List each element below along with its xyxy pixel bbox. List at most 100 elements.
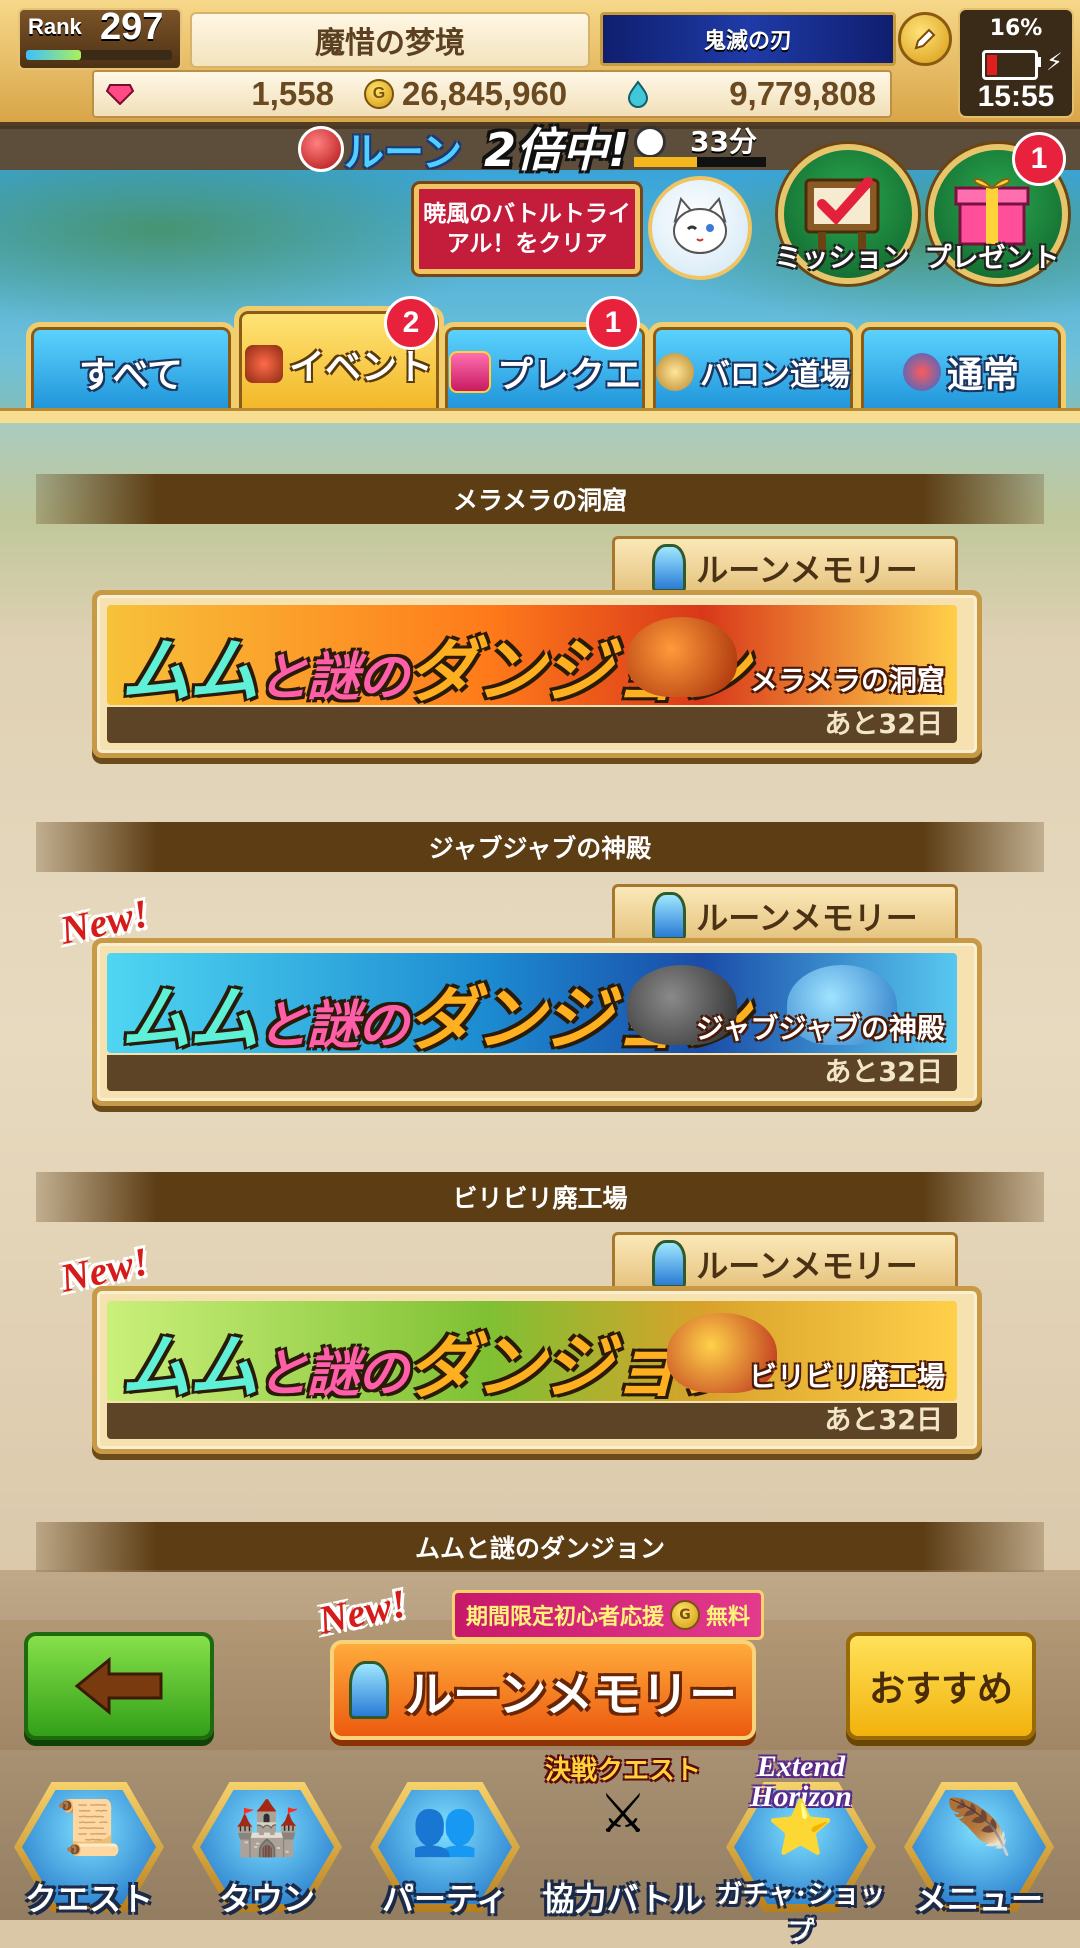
nav-menu[interactable]: 🪶 メニュー [894,1782,1064,1920]
rune-multiplier: 2倍中! [484,123,629,177]
back-arrow-icon [74,1656,163,1716]
lantern-icon [348,1661,389,1719]
rune-time-bar [634,157,766,167]
tab-normal-label: 通常 [946,355,1019,396]
back-button[interactable] [24,1632,214,1740]
gem-count: 1,558 [251,75,334,112]
rune-memory-tag-label: ルーンメモリー [696,551,918,589]
coop-battle-icon: ⚔ [598,1782,648,1845]
quest-subtitle: ジャブジャブの神殿 [695,1012,945,1045]
rune-event-label: ルーン [344,130,462,176]
nav-coop-battle-label: 協力バトル [542,1880,704,1918]
gem-icon [106,84,134,105]
quest-banner: ムムと謎のダンジョン メラメラの洞窟 [107,605,957,705]
quest-time-left: あと32日 [107,1055,957,1091]
clock-icon [634,126,666,158]
fire-dragon-image [627,617,737,697]
player-title[interactable]: 魔惜の梦境 [190,12,590,68]
rank-progress-fill [26,50,82,60]
nav-party-label: パーティ [381,1880,509,1918]
section-header: ムムと謎のダンジョン [36,1522,1044,1572]
quest-logo: ムムと謎のダンジョン [121,1326,749,1401]
party-icon: 👥 [411,1796,479,1859]
section-header: メラメラの洞窟 [36,474,1044,524]
tab-premium-quest-badge: 1 [586,296,640,350]
rune-memory-button-label: ルーンメモリー [404,1667,738,1723]
rank-progress-bar [26,50,172,60]
battery-percent: 16% [989,16,1043,41]
rank-value: 297 [100,6,164,48]
beginner-promo-strip: 期間限定初心者応援 G 無料 [452,1590,764,1640]
nav-coop-battle[interactable]: 決戦クエスト ⚔ 協力バトル [538,1756,708,1920]
present-label: プレゼント [924,243,1060,274]
quest-card-mera[interactable]: ムムと謎のダンジョン メラメラの洞窟 あと32日 [92,590,982,758]
tab-all[interactable]: すべて [26,322,236,422]
tab-baron-dojo[interactable]: バロン道場 [648,322,858,422]
tab-baron-dojo-label: バロン道場 [700,358,850,393]
nav-gacha-shop[interactable]: Extend Horizon ⭐ ガチャ･ショップ [716,1752,886,1948]
tab-all-label: すべて [78,355,184,396]
rune-time-fill [634,157,698,167]
guild-badge[interactable]: 鬼滅の刃 [600,12,896,66]
quest-banner: ムムと謎のダンジョン ジャブジャブの神殿 [107,953,957,1053]
gold-coin-icon: G [364,79,394,109]
menu-scroll-icon: 🪶 [945,1796,1013,1859]
rune-time-left: 33分 [690,125,757,158]
recommend-button[interactable]: おすすめ [846,1632,1036,1740]
nav-party[interactable]: 👥 パーティ [360,1782,530,1920]
battery-cap [1036,57,1041,67]
quest-card-jabujabu[interactable]: ムムと謎のダンジョン ジャブジャブの神殿 あと32日 [92,938,982,1106]
currency-row: 1,558 G 26,845,960 9,779,808 [92,70,892,118]
tab-normal[interactable]: 通常 [856,322,1066,422]
promo-coin-icon: G [670,1600,700,1630]
cat-guide-avatar[interactable] [648,176,752,280]
trial-clear-banner[interactable]: 暁風のバトルトライアル！をクリア [414,184,640,274]
battery-level [987,55,997,75]
promo-free-text: 無料 [706,1605,751,1630]
mission-label: ミッション [774,243,910,274]
clock: 15:55 [977,80,1055,113]
quest-time-left: あと32日 [107,1403,957,1439]
lantern-icon [652,544,687,592]
present-badge: 1 [1012,132,1066,186]
nav-town[interactable]: 🏰 タウン [182,1782,352,1920]
rune-icon [298,126,344,172]
pencil-icon [914,28,936,50]
tab-event-badge: 2 [384,296,438,350]
water-currency[interactable]: 9,779,808 [626,74,876,114]
quest-banner: ムムと謎のダンジョン ビリビリ廃工場 [107,1301,957,1401]
nav-quest[interactable]: 📜 クエスト [4,1782,174,1920]
gem-currency[interactable]: 1,558 [106,74,334,114]
tabs-baseline [0,408,1080,423]
quest-scroll-icon: 📜 [55,1796,123,1859]
nav-gacha-shop-label: ガチャ･ショップ [716,1880,886,1947]
gold-count: 26,845,960 [402,75,568,112]
nav-quest-label: クエスト [24,1880,153,1918]
rank-box[interactable]: Rank 297 [18,6,182,70]
status-bar: Rank 297 魔惜の梦境 鬼滅の刃 16% ⚡ 15:55 1,558 G … [0,0,1080,126]
edit-profile-button[interactable] [898,12,952,66]
quest-subtitle: ビリビリ廃工場 [748,1360,945,1393]
rune-memory-tag-label: ルーンメモリー [696,899,918,937]
water-count: 9,779,808 [729,75,876,112]
promo-text: 期間限定初心者応援 [465,1605,664,1630]
lion-icon [656,353,694,391]
nav-town-label: タウン [218,1880,315,1918]
lantern-icon [652,892,687,940]
rune-memory-button[interactable]: ルーンメモリー [330,1640,756,1740]
lantern-icon [652,1240,687,1288]
rune-memory-tag-label: ルーンメモリー [696,1247,918,1285]
gacha-shop-icon: ⭐ [767,1796,835,1859]
section-header: ジャブジャブの神殿 [36,822,1044,872]
battery-icon [982,50,1038,80]
cat-face-icon [673,196,727,254]
water-drop-icon [627,80,649,108]
section-header: ビリビリ廃工場 [36,1172,1044,1222]
quest-card-biribiri[interactable]: ムムと謎のダンジョン ビリビリ廃工場 あと32日 [92,1286,982,1454]
quest-subtitle: メラメラの洞窟 [749,664,945,697]
gift-icon [448,351,491,393]
charging-bolt-icon: ⚡ [1046,48,1063,76]
quest-time-left: あと32日 [107,707,957,743]
gold-currency[interactable]: G 26,845,960 [364,74,604,114]
rank-label: Rank [28,14,82,39]
